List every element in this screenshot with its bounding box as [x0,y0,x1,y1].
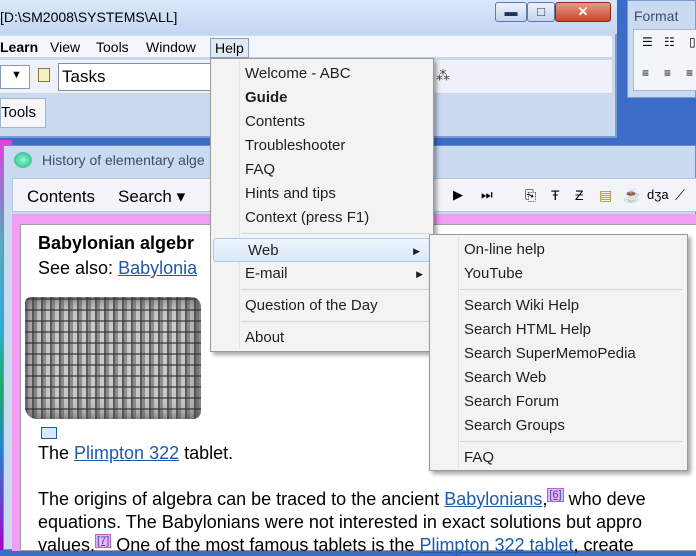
bullet-icon[interactable]: ▯ [689,35,696,49]
menu-item-hints[interactable]: Hints and tips [211,182,433,206]
app-icon [14,152,32,168]
chevron-down-icon: ▼ [11,69,22,81]
tablet-image-texture [25,297,201,419]
submenu-item-search-forum[interactable]: Search Forum [430,390,687,414]
menu-separator [460,289,683,290]
align-center-icon[interactable]: ≡ [664,66,671,80]
menu-separator [460,441,683,442]
babylonia-link[interactable]: Babylonia [118,258,197,278]
menu-separator [241,321,429,322]
list-icon[interactable]: ☷ [664,35,675,49]
help-menu: Welcome - ABC Guide Contents Troubleshoo… [210,58,434,352]
submenu-item-search-groups[interactable]: Search Groups [430,414,687,438]
menu-item-contents[interactable]: Contents [211,110,433,134]
web-submenu: On-line help YouTube Search Wiki Help Se… [429,234,688,471]
format-panel: Format ☰ ☷ ▯ ≡ ≡ ≡ [627,0,696,98]
language-icon[interactable]: dʒa [647,187,669,202]
note-icon [38,68,50,82]
window-title: [D:\SM2008\SYSTEMS\ALL] [0,9,178,25]
menu-separator [241,289,429,290]
grid-icon[interactable]: ⁂ [436,67,450,84]
minimize-button[interactable]: ▬ [495,2,527,22]
menu-item-email[interactable]: E-mail ▶ [211,262,433,286]
maximize-button[interactable]: □ [527,2,555,22]
submenu-item-search-wiki[interactable]: Search Wiki Help [430,294,687,318]
copy-icon[interactable]: ⎘ [525,187,536,204]
submenu-arrow-icon: ▶ [413,246,420,256]
menu-separator [241,233,429,234]
main-titlebar: [D:\SM2008\SYSTEMS\ALL] ▬ □ ✕ [0,0,617,34]
menu-window[interactable]: Window [142,38,200,56]
menu-item-troubleshooter[interactable]: Troubleshooter [211,134,433,158]
paragraph-line-1: The origins of algebra can be traced to … [38,488,646,509]
paragraph-line-3: values. [7] One of the most famous tablet… [38,534,634,555]
sum-icon[interactable]: Ƶ [575,187,584,203]
submenu-item-search-html[interactable]: Search HTML Help [430,318,687,342]
menu-learn[interactable]: Learn [0,38,42,56]
plimpton-tablet-link[interactable]: Plimpton 322 tablet [419,535,573,555]
submenu-item-online-help[interactable]: On-line help [430,238,687,262]
submenu-item-faq[interactable]: FAQ [430,446,687,470]
cup-icon[interactable]: ☕ [623,187,640,204]
image-caption: The Plimpton 322 tablet. [38,443,234,463]
citation-7[interactable]: [7] [95,534,112,548]
see-also: See also: Babylonia [38,258,198,278]
format-toolbar: ☰ ☷ ▯ ≡ ≡ ≡ [633,29,696,91]
submenu-item-search-supermemopedia[interactable]: Search SuperMemoPedia [430,342,687,366]
category-combo[interactable]: ▼ [0,65,30,89]
menu-bar: Learn View Tools Window Help [0,36,612,58]
menu-view[interactable]: View [46,38,84,56]
babylonians-link[interactable]: Babylonians [444,489,542,509]
menu-item-faq[interactable]: FAQ [211,158,433,182]
text-icon[interactable]: Ŧ [551,187,560,203]
tools-tab[interactable]: Tools [0,98,46,128]
menu-item-about[interactable]: About [211,326,433,350]
close-button[interactable]: ✕ [555,2,611,22]
image-enlarge-icon[interactable] [41,427,57,439]
menu-item-web[interactable]: Web ▶ [213,238,431,262]
wand-icon[interactable]: ⟋ [675,187,685,204]
format-panel-title: Format [634,8,679,24]
search-button[interactable]: Search ▾ [118,187,185,207]
submenu-item-search-web[interactable]: Search Web [430,366,687,390]
menu-item-question-of-day[interactable]: Question of the Day [211,294,433,318]
play-icon[interactable]: ▶ [453,187,463,203]
menu-item-context[interactable]: Context (press F1) [211,206,433,230]
plimpton-link[interactable]: Plimpton 322 [74,443,179,463]
align-left-icon[interactable]: ≡ [642,66,649,80]
indent-icon[interactable]: ☰ [642,35,653,49]
skip-end-icon[interactable]: ⏭ [481,187,493,203]
card-icon[interactable]: ▤ [599,187,612,204]
document-title: History of elementary alge [42,152,205,168]
article-heading: Babylonian algebr [38,233,195,253]
citation-6[interactable]: [6] [547,488,564,502]
menu-item-welcome[interactable]: Welcome - ABC [211,62,433,86]
submenu-item-youtube[interactable]: YouTube [430,262,687,286]
menu-help[interactable]: Help [210,38,249,58]
contents-button[interactable]: Contents [27,187,95,207]
menu-tools[interactable]: Tools [92,38,133,56]
menu-item-guide[interactable]: Guide [211,86,433,110]
submenu-arrow-icon: ▶ [416,269,423,279]
paragraph-line-2: equations. The Babylonians were not inte… [38,512,643,532]
align-right-icon[interactable]: ≡ [686,66,693,80]
